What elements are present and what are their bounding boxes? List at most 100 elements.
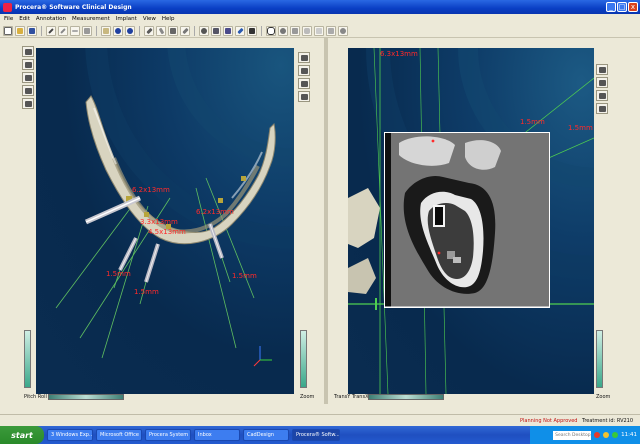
menu-measurement[interactable]: Measurement: [72, 16, 110, 22]
left-contrast-gauge[interactable]: [24, 330, 31, 388]
system-tray: Search Desktop 11:41: [530, 426, 640, 444]
tray-update-icon[interactable]: [612, 432, 619, 438]
right-zoom-label: Zoom: [596, 394, 611, 400]
close-button[interactable]: x: [628, 2, 638, 12]
skull-view-icon[interactable]: [338, 25, 348, 36]
left-view-tools: [22, 46, 34, 109]
taskbar-item-active[interactable]: Procera® Softw...: [292, 429, 340, 441]
screw-icon[interactable]: [180, 25, 190, 36]
menu-edit[interactable]: Edit: [19, 16, 30, 22]
layer-icon[interactable]: [298, 52, 310, 63]
pitch-roll-slider[interactable]: [48, 394, 124, 400]
view-bottom-icon[interactable]: [22, 85, 34, 96]
ct-slice-image[interactable]: [384, 132, 550, 308]
right-view-tools: [596, 64, 608, 114]
tray-network-icon[interactable]: [603, 432, 610, 438]
zoom-icon[interactable]: [266, 25, 276, 36]
measurement-label: 3.3x13mm: [140, 218, 178, 226]
right-zoom-gauge[interactable]: [596, 330, 603, 388]
trans-slider[interactable]: [368, 394, 444, 400]
skull-icon[interactable]: [596, 90, 608, 101]
taskbar: start 3 Windows Exp... Microsoft Office …: [0, 426, 640, 444]
window-title: Procera® Software Clinical Design: [15, 3, 132, 11]
left-zoom-label: Zoom: [300, 394, 315, 400]
measurement-label: 6.2x13mm: [132, 186, 170, 194]
measurement-label: 6.2x13mm: [196, 208, 234, 216]
taskbar-item[interactable]: 3 Windows Exp...: [47, 429, 93, 441]
right-slider-label: TransY TransX: [334, 394, 369, 400]
left-view-tools-right: [298, 52, 310, 102]
toolbar-divider: [139, 25, 140, 36]
taskbar-item[interactable]: CadDesign: [243, 429, 289, 441]
ruler-icon[interactable]: [70, 25, 80, 36]
settings-icon[interactable]: [247, 25, 257, 36]
view-tooth-icon[interactable]: [22, 98, 34, 109]
measurement-label: 1.5mm: [106, 270, 131, 278]
toolbar-divider: [96, 25, 97, 36]
nerve-tool-icon[interactable]: [199, 25, 209, 36]
jaw-view-icon[interactable]: [302, 25, 312, 36]
menu-file[interactable]: File: [4, 16, 13, 22]
pen-tool-icon[interactable]: [46, 25, 56, 36]
taskbar-item[interactable]: Microsoft Office ...: [96, 429, 142, 441]
menu-view[interactable]: View: [143, 16, 156, 22]
toolbar: [0, 24, 640, 38]
ct-scan-render: [385, 133, 549, 307]
maximize-button[interactable]: □: [617, 2, 627, 12]
menu-annotation[interactable]: Annotation: [36, 16, 66, 22]
measurement-label: 1.5mm: [520, 118, 545, 126]
measurement-label: 1.5mm: [232, 272, 257, 280]
pan-icon[interactable]: [290, 25, 300, 36]
menu-help[interactable]: Help: [162, 16, 175, 22]
implant-tool-icon[interactable]: [144, 25, 154, 36]
wrench-icon[interactable]: [235, 25, 245, 36]
left-zoom-gauge[interactable]: [300, 330, 307, 388]
measure-icon[interactable]: [223, 25, 233, 36]
title-bar: Procera® Software Clinical Design _ □ x: [0, 0, 640, 14]
right-view-panel: 6.3x13mm 1.5mm 1.5mm TransY TransX Zoom: [328, 38, 640, 404]
abutment-icon[interactable]: [168, 25, 178, 36]
measurement-label: 6.3x13mm: [380, 50, 418, 58]
pencil-icon[interactable]: [58, 25, 68, 36]
view-front-icon[interactable]: [22, 46, 34, 57]
taskbar-item[interactable]: Procera System ...: [145, 429, 191, 441]
left-slider-label: Pitch Roll: [24, 394, 47, 400]
hand-icon[interactable]: [298, 65, 310, 76]
toolbar-divider: [261, 25, 262, 36]
minimize-button[interactable]: _: [606, 2, 616, 12]
start-button[interactable]: start: [0, 426, 44, 444]
app-icon: [3, 2, 12, 12]
reset-icon[interactable]: [596, 103, 608, 114]
skull-icon[interactable]: [298, 78, 310, 89]
tray-antivirus-icon[interactable]: [594, 432, 601, 438]
menu-implant[interactable]: Implant: [116, 16, 137, 22]
taskbar-item[interactable]: Inbox: [194, 429, 240, 441]
save-icon[interactable]: [27, 25, 37, 36]
undo-icon[interactable]: [113, 25, 123, 36]
layer-icon[interactable]: [596, 64, 608, 75]
treatment-id: Treatment id: RV210: [582, 418, 634, 424]
measurement-label: 1.5mm: [568, 124, 593, 132]
cube-icon[interactable]: [211, 25, 221, 36]
open-file-icon[interactable]: [15, 25, 25, 36]
measurement-label: 1.5mm: [134, 288, 159, 296]
desktop-search-field[interactable]: Search Desktop: [553, 430, 592, 440]
implant-angle-icon[interactable]: [156, 25, 166, 36]
reset-icon[interactable]: [298, 91, 310, 102]
redo-icon[interactable]: [125, 25, 135, 36]
clock: 11:41: [621, 432, 637, 438]
left-3d-viewport[interactable]: 6.2x13mm 3.3x13mm 6.2x13mm 4.5x13mm 1.5m…: [36, 48, 294, 394]
measurement-label: 4.5x13mm: [148, 228, 186, 236]
planning-status: Planning Not Approved: [520, 418, 578, 424]
view-top-icon[interactable]: [22, 72, 34, 83]
menu-bar: File Edit Annotation Measurement Implant…: [0, 14, 640, 24]
new-file-icon[interactable]: [3, 25, 13, 36]
view-side-icon[interactable]: [22, 59, 34, 70]
annotation-icon[interactable]: [82, 25, 92, 36]
hand-icon[interactable]: [596, 77, 608, 88]
bone-view-icon[interactable]: [326, 25, 336, 36]
toolbar-divider: [194, 25, 195, 36]
teeth-view-icon[interactable]: [314, 25, 324, 36]
rotate-icon[interactable]: [278, 25, 288, 36]
clipboard-icon[interactable]: [101, 25, 111, 36]
